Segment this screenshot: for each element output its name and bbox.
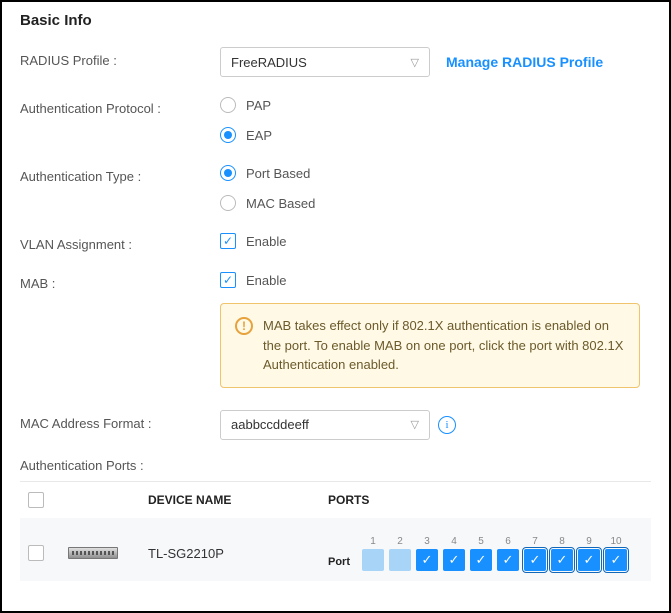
port-number: 5 [470, 536, 492, 547]
vlan-enable-label: Enable [246, 234, 286, 249]
radio-port-based-label: Port Based [246, 166, 310, 181]
auth-ports-label: Authentication Ports : [20, 458, 651, 473]
port-number: 3 [416, 536, 438, 547]
port-number: 6 [497, 536, 519, 547]
port-number: 4 [443, 536, 465, 547]
info-icon[interactable]: i [438, 416, 456, 434]
manage-radius-link[interactable]: Manage RADIUS Profile [446, 54, 603, 70]
header-device-name: DEVICE NAME [148, 493, 328, 507]
radio-icon [220, 195, 236, 211]
chevron-down-icon: ▽ [411, 56, 419, 69]
radio-port-based[interactable]: Port Based [220, 163, 651, 183]
row-vlan: VLAN Assignment : ✓ Enable [20, 231, 651, 252]
auth-protocol-label: Authentication Protocol : [20, 95, 220, 116]
auth-type-label: Authentication Type : [20, 163, 220, 184]
radio-icon [220, 97, 236, 113]
checkbox-icon: ✓ [220, 233, 236, 249]
port-box-7[interactable]: ✓ [524, 549, 546, 571]
port-number: 7 [524, 536, 546, 547]
select-all-checkbox[interactable]: ✓ [28, 492, 44, 508]
port-row-label: Port [328, 556, 350, 571]
radio-pap[interactable]: PAP [220, 95, 651, 115]
device-name-cell: TL-SG2210P [148, 546, 328, 561]
radius-profile-value: FreeRADIUS [231, 55, 307, 70]
port-box-5[interactable]: ✓ [470, 549, 492, 571]
table-header: ✓ DEVICE NAME PORTS [20, 481, 651, 518]
switch-device-icon [68, 547, 118, 559]
mab-checkbox[interactable]: ✓ Enable [220, 270, 651, 290]
radio-icon [220, 127, 236, 143]
row-checkbox[interactable]: ✓ [28, 545, 44, 561]
radio-mac-based[interactable]: MAC Based [220, 193, 651, 213]
vlan-checkbox[interactable]: ✓ Enable [220, 231, 651, 251]
row-auth-type: Authentication Type : Port Based MAC Bas… [20, 163, 651, 213]
radius-profile-label: RADIUS Profile : [20, 47, 220, 68]
chevron-down-icon: ▽ [411, 418, 419, 431]
table-row: ✓ TL-SG2210P Port 12345678910 ✓✓✓✓✓✓✓✓ [20, 518, 651, 581]
port-box-6[interactable]: ✓ [497, 549, 519, 571]
port-box-2[interactable] [389, 549, 411, 571]
port-number: 2 [389, 536, 411, 547]
port-number: 9 [578, 536, 600, 547]
checkbox-icon: ✓ [220, 272, 236, 288]
port-number: 10 [605, 536, 627, 547]
port-box-1[interactable] [362, 549, 384, 571]
port-box-10[interactable]: ✓ [605, 549, 627, 571]
mab-enable-label: Enable [246, 273, 286, 288]
port-number: 1 [362, 536, 384, 547]
port-box-8[interactable]: ✓ [551, 549, 573, 571]
radio-pap-label: PAP [246, 98, 271, 113]
warning-icon: ! [235, 317, 253, 335]
mac-format-select[interactable]: aabbccddeeff ▽ [220, 410, 430, 440]
mab-label: MAB : [20, 270, 220, 291]
row-auth-protocol: Authentication Protocol : PAP EAP [20, 95, 651, 145]
header-ports: PORTS [328, 493, 643, 507]
port-box-4[interactable]: ✓ [443, 549, 465, 571]
port-box-9[interactable]: ✓ [578, 549, 600, 571]
vlan-label: VLAN Assignment : [20, 231, 220, 252]
radius-profile-select[interactable]: FreeRADIUS ▽ [220, 47, 430, 77]
port-box-3[interactable]: ✓ [416, 549, 438, 571]
radio-mac-based-label: MAC Based [246, 196, 315, 211]
radio-eap-label: EAP [246, 128, 272, 143]
row-radius-profile: RADIUS Profile : FreeRADIUS ▽ Manage RAD… [20, 47, 651, 77]
mac-format-value: aabbccddeeff [231, 417, 309, 432]
radio-eap[interactable]: EAP [220, 125, 651, 145]
port-number: 8 [551, 536, 573, 547]
section-title: Basic Info [20, 12, 651, 29]
row-mab: MAB : ✓ Enable [20, 270, 651, 291]
radio-icon [220, 165, 236, 181]
row-mac-format: MAC Address Format : aabbccddeeff ▽ i [20, 410, 651, 440]
mac-format-label: MAC Address Format : [20, 410, 220, 431]
mab-alert: ! MAB takes effect only if 802.1X authen… [220, 303, 640, 388]
mab-alert-text: MAB takes effect only if 802.1X authenti… [263, 316, 625, 375]
